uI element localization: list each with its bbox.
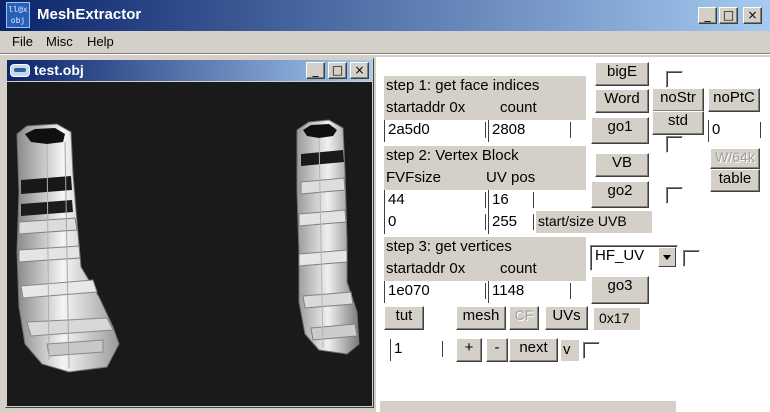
nostr-button[interactable]: noStr — [652, 88, 704, 112]
plus-button[interactable]: + — [456, 338, 482, 362]
step1-labels: startaddr 0x count — [384, 98, 586, 120]
chevron-down-icon[interactable] — [658, 247, 676, 267]
uv-format-value: HF_UV — [595, 247, 645, 264]
document-icon — [10, 64, 30, 77]
menu-bar: File Misc Help — [0, 31, 770, 53]
tut-button[interactable]: tut — [384, 306, 424, 330]
step3-labels: startaddr 0x count — [384, 259, 586, 281]
child-maximize-button[interactable]: □ — [328, 62, 347, 79]
step3-title: step 3: get vertices — [384, 237, 586, 259]
checkbox-4[interactable] — [683, 250, 700, 267]
menu-separator — [0, 53, 770, 55]
uvs-button[interactable]: UVs — [545, 306, 588, 330]
step2-title: step 2: Vertex Block — [384, 146, 586, 168]
checkbox-1[interactable] — [666, 71, 683, 88]
w64k-button[interactable]: W/64k — [710, 148, 760, 169]
left-boot-mesh — [16, 123, 120, 373]
bigE-button[interactable]: bigE — [595, 62, 649, 86]
next-button[interactable]: next — [509, 338, 558, 362]
app-title: MeshExtractor — [37, 6, 142, 23]
startsize-uvb-label: start/size UVB — [536, 211, 652, 233]
word-button[interactable]: Word — [595, 89, 649, 113]
std-button[interactable]: std — [652, 111, 704, 135]
step1-startaddr-input[interactable]: 2a5d0 — [384, 120, 486, 142]
minus-button[interactable]: - — [486, 338, 508, 362]
uvpos-label: UV pos — [486, 169, 536, 186]
uvpos-input[interactable]: 16 — [488, 190, 534, 212]
vb-button[interactable]: VB — [595, 153, 649, 177]
mesh-button[interactable]: mesh — [456, 306, 506, 330]
step3-startaddr-label: startaddr 0x — [386, 260, 466, 277]
mesh-render — [16, 119, 360, 373]
noptc-button[interactable]: noPtC — [708, 88, 760, 112]
fvfsize-input[interactable]: 44 — [384, 190, 486, 212]
step1-startaddr-label: startaddr 0x — [386, 99, 466, 116]
go3-button[interactable]: go3 — [591, 276, 649, 304]
uv-format-select[interactable]: HF_UV — [590, 245, 678, 271]
uvb-size-input[interactable]: 255 — [488, 212, 534, 234]
main-title-bar[interactable]: ll@x obj MeshExtractor _ □ × — [0, 0, 770, 31]
app-icon: ll@x obj — [6, 2, 30, 28]
noptc-input[interactable]: 0 — [708, 120, 761, 142]
step2-labels: FVFsize UV pos — [384, 168, 586, 190]
right-boot-mesh — [296, 119, 360, 355]
status-strip — [380, 401, 676, 412]
child-window: test.obj _ □ × — [5, 58, 374, 408]
v-checkbox[interactable] — [583, 342, 600, 359]
step1-title: step 1: get face indices — [384, 76, 586, 98]
step3-count-label: count — [500, 260, 537, 277]
table-button[interactable]: table — [710, 169, 760, 192]
uvb-start-input[interactable]: 0 — [384, 212, 486, 234]
checkbox-3[interactable] — [666, 187, 683, 204]
menu-file[interactable]: File — [12, 34, 33, 49]
v-label: v — [561, 340, 579, 361]
step3-count-input[interactable]: 1148 — [488, 281, 571, 303]
child-title: test.obj — [34, 62, 84, 78]
menu-misc[interactable]: Misc — [46, 34, 73, 49]
maximize-button[interactable]: □ — [719, 7, 738, 24]
minimize-button[interactable]: _ — [698, 7, 717, 24]
control-panel: step 1: get face indices startaddr 0x co… — [376, 57, 770, 412]
step1-count-label: count — [500, 99, 537, 116]
go2-button[interactable]: go2 — [591, 181, 649, 208]
checkbox-2[interactable] — [666, 136, 683, 153]
child-minimize-button[interactable]: _ — [306, 62, 325, 79]
mesh-viewport[interactable] — [7, 82, 372, 406]
close-button[interactable]: × — [743, 7, 762, 24]
child-close-button[interactable]: × — [350, 62, 369, 79]
page-input[interactable]: 1 — [390, 339, 443, 361]
cf-button[interactable]: CF — [509, 306, 539, 330]
hex-offset-label: 0x17 — [594, 308, 640, 330]
fvfsize-label: FVFsize — [386, 169, 442, 186]
step3-startaddr-input[interactable]: 1e070 — [384, 281, 486, 303]
child-title-bar[interactable]: test.obj _ □ × — [7, 60, 372, 81]
go1-button[interactable]: go1 — [591, 117, 649, 144]
menu-help[interactable]: Help — [87, 34, 114, 49]
step1-count-input[interactable]: 2808 — [488, 120, 571, 142]
